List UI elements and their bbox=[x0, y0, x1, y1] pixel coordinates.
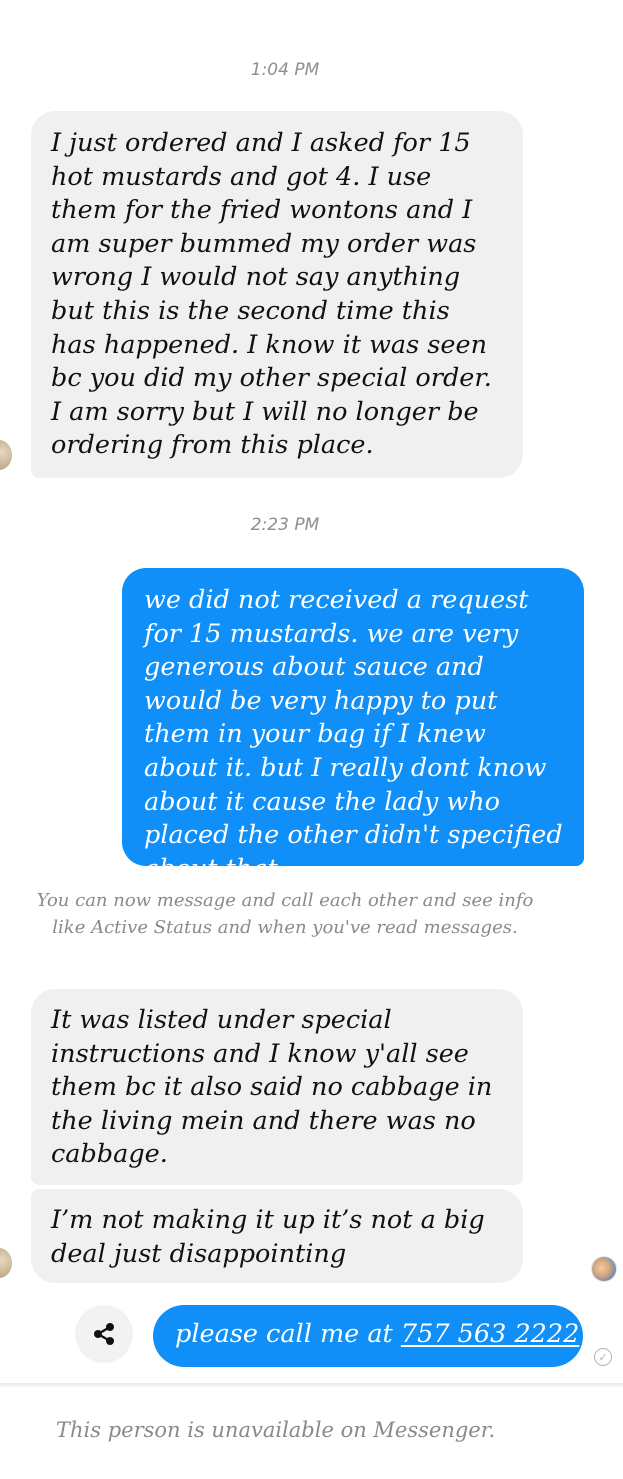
incoming-message[interactable]: It was listed under special instructions… bbox=[31, 989, 523, 1185]
incoming-message[interactable]: I’m not making it up it’s not a big deal… bbox=[31, 1189, 523, 1283]
timestamp: 1:04 PM bbox=[250, 60, 320, 80]
unavailable-notice: This person is unavailable on Messenger. bbox=[56, 1418, 496, 1442]
divider bbox=[0, 1383, 623, 1387]
connection-notice: You can now message and call each other … bbox=[36, 890, 534, 938]
sender-avatar[interactable] bbox=[0, 440, 12, 470]
timestamp: 2:23 PM bbox=[250, 515, 320, 535]
outgoing-message[interactable]: please call me at 757 563 2222 bbox=[153, 1305, 583, 1367]
incoming-message[interactable]: I just ordered and I asked for 15 hot mu… bbox=[31, 111, 523, 478]
sender-avatar[interactable] bbox=[0, 1248, 12, 1278]
message-text: please call me at bbox=[175, 1319, 401, 1349]
share-icon bbox=[94, 1323, 114, 1345]
share-button[interactable] bbox=[75, 1305, 133, 1363]
phone-link[interactable]: 757 563 2222 bbox=[401, 1319, 579, 1349]
outgoing-message[interactable]: we did not received a request for 15 mus… bbox=[122, 568, 584, 884]
seen-avatar bbox=[591, 1256, 617, 1282]
sent-check-icon: ✓ bbox=[594, 1348, 612, 1366]
